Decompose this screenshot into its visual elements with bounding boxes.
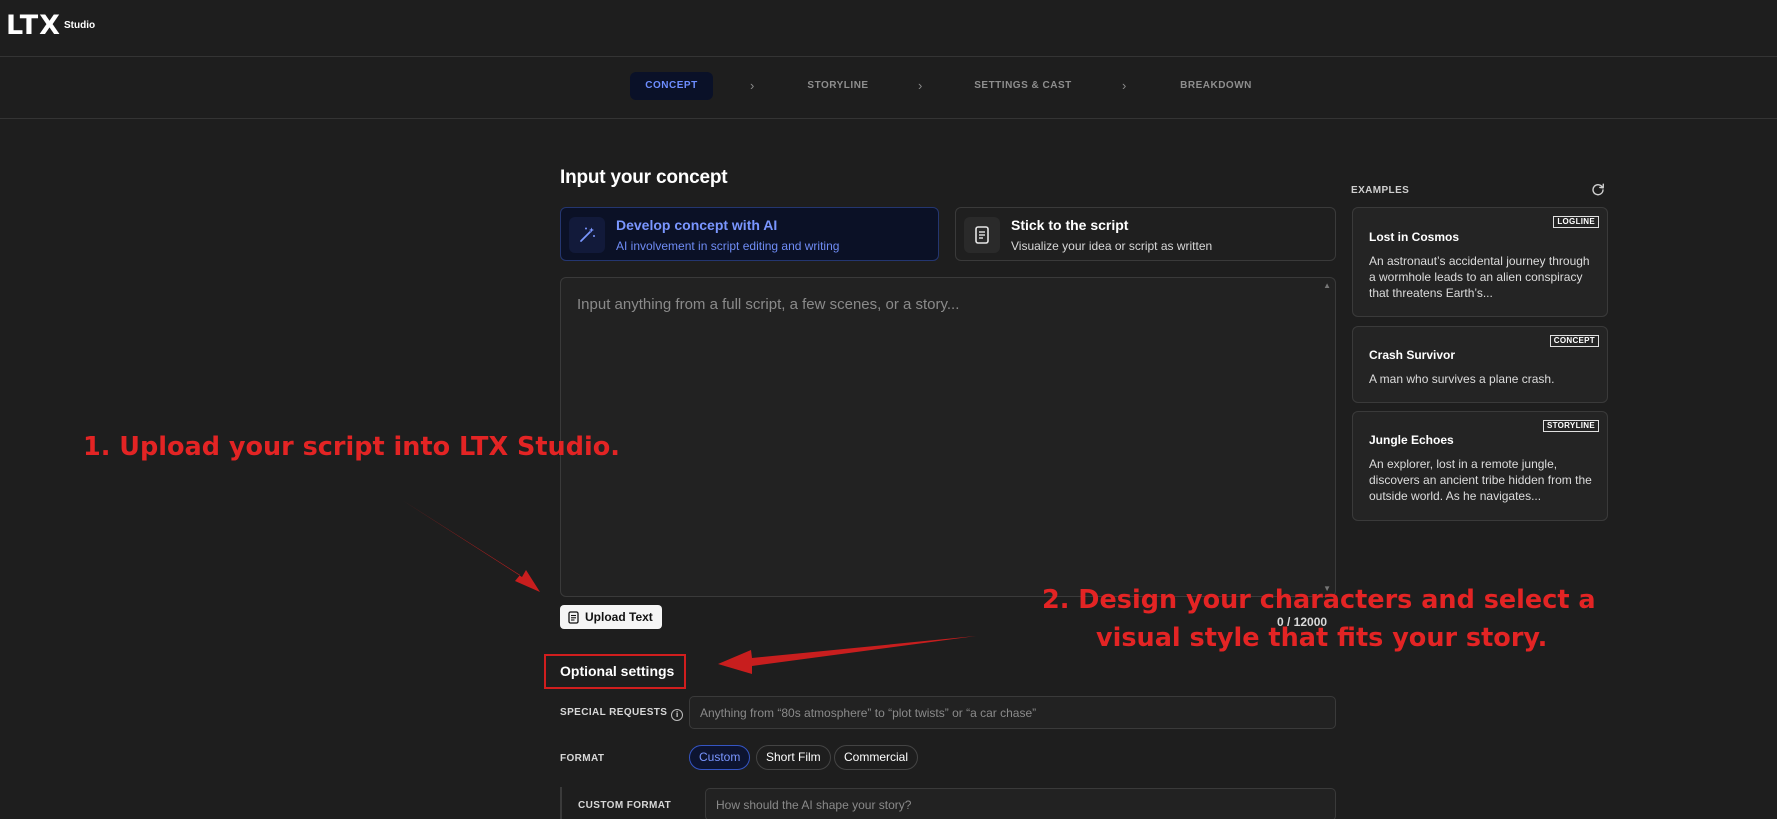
example-description: A man who survives a plane crash. [1369, 372, 1555, 386]
logo-main-text: LTX [6, 10, 61, 41]
example-card-lost-in-cosmos[interactable]: LOGLINE Lost in Cosmos An astronaut’s ac… [1352, 207, 1608, 317]
chevron-right-icon: › [1122, 78, 1127, 93]
example-description: An astronaut’s accidental journey throug… [1369, 254, 1590, 300]
example-card-crash-survivor[interactable]: CONCEPT Crash Survivor A man who survive… [1352, 326, 1608, 403]
example-type-badge: CONCEPT [1549, 335, 1599, 347]
mode-subtitle: Visualize your idea or script as written [1011, 239, 1213, 253]
develop-with-ai-option[interactable]: Develop concept with AI AI involvement i… [560, 207, 939, 261]
annotation-arrow-icon [718, 636, 976, 674]
custom-format-input[interactable] [705, 788, 1336, 819]
annotation-step-two-line2: visual style that fits your story. [1096, 623, 1548, 653]
custom-format-divider [560, 787, 562, 819]
example-type-badge: LOGLINE [1553, 216, 1599, 228]
upload-text-button[interactable]: Upload Text [560, 605, 662, 629]
step-storyline[interactable]: STORYLINE [794, 72, 882, 100]
format-chip-commercial[interactable]: Commercial [834, 745, 919, 770]
concept-textarea-container: ▲ ▼ [560, 277, 1336, 597]
magic-wand-icon [569, 217, 605, 253]
special-requests-input[interactable] [689, 696, 1336, 729]
optional-settings-title: Optional settings [560, 663, 675, 679]
stick-to-script-option[interactable]: Stick to the script Visualize your idea … [955, 207, 1336, 261]
upload-text-label: Upload Text [585, 610, 653, 624]
example-title: Crash Survivor [1369, 348, 1456, 362]
example-title: Lost in Cosmos [1369, 230, 1460, 244]
info-icon[interactable]: i [671, 708, 684, 721]
ltx-studio-logo[interactable]: LTX Studio [6, 11, 95, 41]
mode-title: Develop concept with AI [616, 217, 778, 233]
special-requests-label: SPECIAL REQUESTS i [560, 707, 684, 721]
scroll-up-arrow-icon[interactable]: ▲ [1323, 281, 1331, 290]
example-type-badge: STORYLINE [1542, 420, 1599, 432]
step-breakdown[interactable]: BREAKDOWN [1172, 72, 1260, 100]
logo-sub-text: Studio [63, 20, 96, 31]
examples-label: EXAMPLES [1351, 185, 1410, 196]
chevron-right-icon: › [750, 78, 755, 93]
progress-stepper: CONCEPT › STORYLINE › SETTINGS & CAST › … [0, 57, 1777, 119]
mode-subtitle: AI involvement in script editing and wri… [616, 239, 840, 253]
annotation-step-two-line1: 2. Design your characters and select a [1042, 585, 1596, 615]
example-card-jungle-echoes[interactable]: STORYLINE Jungle Echoes An explorer, los… [1352, 411, 1608, 521]
concept-textarea[interactable] [561, 278, 1335, 596]
annotation-arrow-icon [402, 500, 540, 592]
format-chip-custom[interactable]: Custom [689, 745, 751, 770]
mode-title: Stick to the script [1011, 217, 1129, 233]
step-concept[interactable]: CONCEPT [630, 72, 713, 100]
page-title: Input your concept [560, 167, 728, 188]
annotation-step-one: 1. Upload your script into LTX Studio. [83, 432, 620, 462]
chevron-right-icon: › [918, 78, 923, 93]
custom-format-label: CUSTOM FORMAT [578, 800, 672, 811]
top-bar: LTX Studio [0, 0, 1777, 57]
format-chip-short-film[interactable]: Short Film [756, 745, 831, 770]
document-icon [964, 217, 1000, 253]
format-label: FORMAT [560, 753, 605, 764]
refresh-icon[interactable] [1591, 182, 1605, 196]
example-title: Jungle Echoes [1369, 433, 1454, 447]
example-description: An explorer, lost in a remote jungle, di… [1369, 457, 1592, 503]
document-icon [568, 610, 579, 624]
step-settings-cast[interactable]: SETTINGS & CAST [968, 72, 1078, 100]
